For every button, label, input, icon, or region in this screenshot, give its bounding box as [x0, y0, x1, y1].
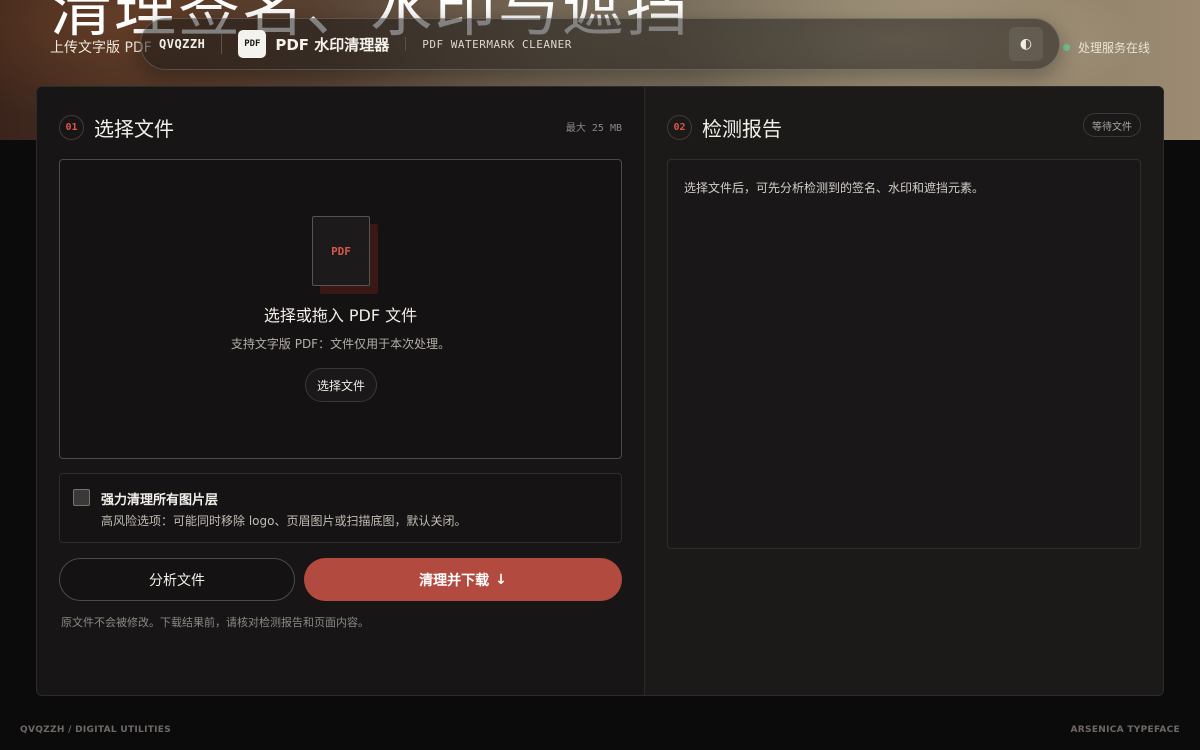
report-placeholder: 选择文件后，可先分析检测到的签名、水印和遮挡元素。: [684, 181, 985, 195]
footer-typeface: ARSENICA TYPEFACE: [1070, 725, 1180, 735]
nav-divider: [221, 34, 223, 54]
theme-toggle-button[interactable]: ◐: [1009, 27, 1043, 61]
step-number: 02: [667, 115, 692, 140]
report-section-header: 02 检测报告: [667, 113, 782, 142]
section-title: 选择文件: [94, 117, 174, 141]
report-content: 选择文件后，可先分析检测到的签名、水印和遮挡元素。: [667, 159, 1141, 549]
analyze-button[interactable]: 分析文件: [59, 558, 295, 601]
max-file-size: 最大 25 MB: [565, 123, 622, 134]
section-title: 检测报告: [702, 117, 782, 141]
app-name: PDF 水印清理器: [275, 35, 390, 54]
top-navbar: QVQZZH PDF PDF 水印清理器 PDF WATERMARK CLEAN…: [140, 18, 1060, 70]
option-description: 高风险选项：可能同时移除 logo、页眉图片或扫描底图，默认关闭。: [101, 514, 467, 528]
brand-link[interactable]: QVQZZH: [159, 37, 205, 51]
choose-file-button[interactable]: 选择文件: [305, 368, 377, 402]
report-panel: 02 检测报告 等待文件 选择文件后，可先分析检测到的签名、水印和遮挡元素。: [645, 87, 1163, 695]
clean-button-label: 清理并下载: [419, 572, 490, 589]
option-title: 强力清理所有图片层: [101, 493, 219, 508]
status-dot-icon: [1062, 44, 1070, 51]
pdf-logo-icon: PDF: [238, 30, 267, 58]
status-label: 处理服务在线: [1077, 41, 1150, 55]
main-card: 01 选择文件 最大 25 MB PDF 选择或拖入 PDF 文件 支持文字版 …: [36, 86, 1164, 696]
force-clean-option: 强力清理所有图片层 高风险选项：可能同时移除 logo、页眉图片或扫描底图，默认…: [59, 473, 622, 543]
contrast-icon: ◐: [1019, 36, 1033, 52]
status-badge: 等待文件: [1083, 113, 1141, 137]
clean-download-button[interactable]: 清理并下载 ↓: [304, 558, 622, 601]
hero-subtitle: 上传文字版 PDF: [50, 40, 152, 56]
file-select-panel: 01 选择文件 最大 25 MB PDF 选择或拖入 PDF 文件 支持文字版 …: [37, 87, 645, 695]
dropzone-hint: 支持文字版 PDF：文件仅用于本次处理。: [230, 337, 451, 351]
safety-note: 原文件不会被修改。下载结果前，请核对检测报告和页面内容。: [61, 616, 369, 629]
arrow-down-icon: ↓: [495, 571, 507, 588]
service-status: 处理服务在线: [1062, 39, 1150, 56]
force-clean-checkbox[interactable]: [73, 489, 90, 506]
dropzone-title: 选择或拖入 PDF 文件: [263, 306, 418, 325]
file-section-header: 01 选择文件: [59, 113, 174, 142]
file-dropzone[interactable]: PDF 选择或拖入 PDF 文件 支持文字版 PDF：文件仅用于本次处理。 选择…: [59, 159, 622, 459]
nav-divider: [405, 37, 407, 51]
footer-credit: QVQZZH / DIGITAL UTILITIES: [20, 725, 172, 735]
pdf-file-icon: PDF: [312, 216, 382, 296]
file-icon-label: PDF: [312, 216, 370, 286]
app-name-english: PDF WATERMARK CLEANER: [422, 37, 572, 51]
step-number: 01: [59, 115, 84, 140]
